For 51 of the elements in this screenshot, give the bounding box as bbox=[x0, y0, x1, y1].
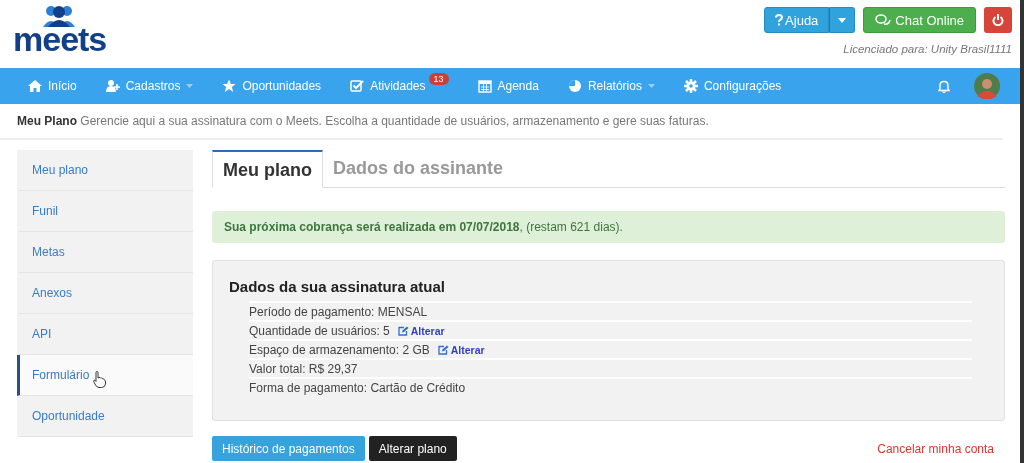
nav-item[interactable]: Cadastros bbox=[105, 72, 194, 100]
question-icon bbox=[775, 14, 784, 26]
page-description: Meu Plano Gerencie aqui a sua assinatura com o Meets. Escolha a quantidade de usuários, armazenamento e gere suas faturas. bbox=[0, 104, 1003, 140]
edit-icon bbox=[437, 344, 449, 355]
sidebar-item[interactable]: Meu plano bbox=[17, 150, 193, 191]
star-icon bbox=[222, 79, 237, 93]
nav-item[interactable]: Agenda bbox=[477, 72, 539, 100]
subscription-detail: Valor total: R$ 29,37 bbox=[249, 361, 358, 376]
payment-history-button[interactable]: Histórico de pagamentos bbox=[212, 436, 365, 461]
power-button[interactable] bbox=[984, 7, 1012, 33]
hand-cursor-icon bbox=[93, 370, 107, 388]
sidebar-item[interactable]: Metas bbox=[17, 232, 193, 273]
tab[interactable]: Dados do assinante bbox=[323, 150, 514, 187]
card-title: Dados da sua assinatura atual bbox=[229, 278, 446, 295]
subscription-detail: Quantidade de usuários: 5 bbox=[249, 323, 390, 338]
change-link[interactable]: Alterar bbox=[397, 324, 445, 337]
nav-item[interactable]: Atividades 13 bbox=[350, 72, 449, 100]
nav-item[interactable]: Relatórios bbox=[567, 72, 655, 100]
change-plan-button[interactable]: Alterar plano bbox=[368, 436, 457, 461]
chat-online-button[interactable]: Chat Online bbox=[863, 7, 976, 33]
sidebar-item[interactable]: Formulário bbox=[17, 355, 193, 396]
nav-item[interactable]: Oportunidades bbox=[222, 72, 322, 100]
sidebar-item[interactable]: Anexos bbox=[17, 273, 193, 314]
calendar-icon bbox=[477, 79, 492, 93]
sidebar-item[interactable]: Oportunidade bbox=[17, 396, 193, 437]
sidebar-item[interactable]: API bbox=[17, 314, 193, 355]
license-text: Licenciado para: Unity Brasil1111 bbox=[843, 43, 1012, 55]
power-icon bbox=[992, 14, 1004, 26]
help-button[interactable]: Ajuda bbox=[764, 7, 830, 33]
help-dropdown-button[interactable] bbox=[829, 7, 856, 33]
edit-icon bbox=[397, 325, 409, 336]
pie-chart-icon bbox=[567, 79, 582, 93]
subscription-detail: Espaço de armazenamento: 2 GB bbox=[249, 342, 430, 357]
billing-alert: Sua próxima cobrança será realizada em 07/07/2018, (restam 621 dias). bbox=[212, 211, 1005, 243]
tab[interactable]: Meu plano bbox=[212, 150, 323, 188]
subscription-detail: Forma de pagamento: Cartão de Crédito bbox=[249, 380, 466, 395]
meets-logo: meets bbox=[13, 0, 107, 68]
sidebar-item[interactable]: Funil bbox=[17, 191, 193, 232]
home-icon bbox=[28, 79, 42, 93]
user-plus-icon bbox=[105, 79, 120, 93]
chat-icon bbox=[875, 13, 892, 27]
nav-item[interactable]: Configurações bbox=[683, 72, 782, 100]
gear-icon bbox=[683, 79, 698, 93]
bell-icon[interactable] bbox=[938, 79, 950, 93]
notification-badge: 13 bbox=[428, 73, 449, 85]
subscription-detail: Período de pagamento: MENSAL bbox=[249, 304, 428, 319]
checkbox-icon bbox=[350, 79, 365, 93]
change-link[interactable]: Alterar bbox=[437, 343, 485, 356]
nav-item[interactable]: Início bbox=[28, 72, 77, 100]
caret-icon bbox=[838, 17, 847, 23]
cancel-account-link[interactable]: Cancelar minha conta bbox=[877, 441, 994, 456]
